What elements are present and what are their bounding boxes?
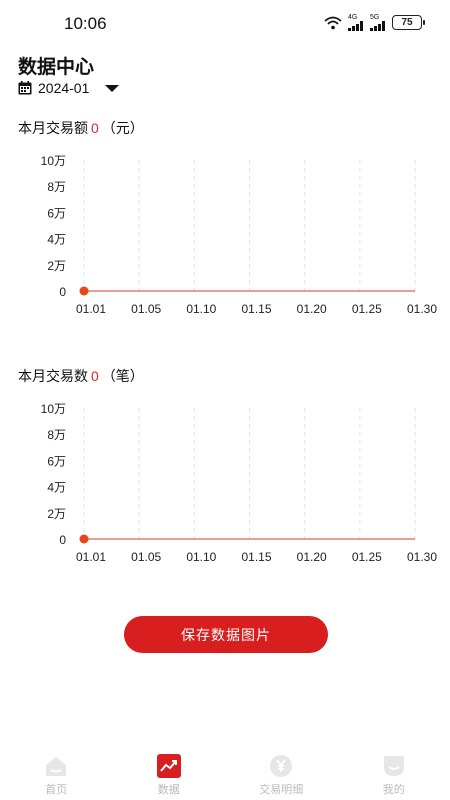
x-tick-label: 01.20 [297, 302, 327, 316]
tab-bar: 首页 数据 交易明细 我的 [0, 750, 450, 800]
month-picker[interactable]: 2024-01 [18, 80, 120, 96]
y-tick-label: 4万 [47, 481, 66, 495]
signal-type-2: 5G [370, 14, 380, 21]
y-tick-label: 10万 [41, 402, 66, 416]
yen-icon [270, 755, 293, 777]
signal-icon-2: 5G [370, 14, 386, 31]
count-value: 0 [91, 368, 99, 384]
caret-down-icon [105, 84, 120, 92]
x-tick-label: 01.10 [186, 302, 216, 316]
chart-trend-icon [156, 754, 181, 778]
x-tick-label: 01.05 [131, 302, 161, 316]
count-chart: 0 2万 4万 6万 8万 10万 01.01 01.05 01.10 01.15 01.20 01.… [0, 398, 450, 578]
amount-unit: （元） [101, 120, 144, 136]
signal-icon: 4G [348, 14, 364, 31]
y-tick-label: 8万 [47, 180, 66, 194]
x-tick-label: 01.20 [297, 550, 327, 564]
y-tick-label: 2万 [47, 507, 66, 521]
x-tick-label: 01.30 [407, 550, 437, 564]
calendar-icon [18, 81, 32, 95]
x-tick-label: 01.10 [186, 550, 216, 564]
x-tick-label: 01.15 [241, 302, 271, 316]
x-tick-label: 01.05 [131, 550, 161, 564]
x-tick-label: 01.30 [407, 302, 437, 316]
month-value: 2024-01 [38, 80, 90, 96]
x-tick-label: 01.25 [352, 550, 382, 564]
wifi-icon [324, 16, 342, 29]
save-image-button[interactable]: 保存数据图片 [124, 616, 328, 653]
signal-type-1: 4G [348, 14, 358, 21]
amount-chart: 0 2万 4万 6万 8万 10万 01.01 01.05 01.10 01.15 01.20 01.… [0, 150, 450, 330]
tab-transactions-label: 交易明细 [259, 784, 304, 796]
x-tick-label: 01.01 [76, 550, 106, 564]
y-tick-label: 10万 [41, 154, 66, 168]
x-tick-label: 01.15 [241, 550, 271, 564]
tab-profile[interactable]: 我的 [338, 750, 450, 800]
y-tick-label: 0 [59, 285, 66, 299]
amount-value: 0 [91, 120, 99, 136]
y-tick-label: 6万 [47, 206, 66, 220]
page-title: 数据中心 [18, 57, 95, 78]
tab-data[interactable]: 数据 [113, 750, 226, 800]
tab-home[interactable]: 首页 [0, 750, 113, 800]
battery-level: 75 [401, 17, 413, 28]
y-tick-label: 0 [59, 533, 66, 547]
profile-icon [383, 756, 404, 776]
tab-data-label: 数据 [157, 784, 180, 796]
x-tick-label: 01.25 [352, 302, 382, 316]
data-point [79, 286, 89, 296]
y-tick-label: 8万 [47, 428, 66, 442]
x-tick-label: 01.01 [76, 302, 106, 316]
count-section-title: 本月交易数 0 （笔） [18, 366, 144, 386]
status-bar: 10:06 4G 5G 75 [0, 0, 450, 48]
count-unit: （笔） [101, 368, 144, 384]
y-tick-label: 2万 [47, 259, 66, 273]
tab-profile-label: 我的 [382, 784, 405, 796]
tab-transactions[interactable]: 交易明细 [225, 750, 338, 800]
amount-section-title: 本月交易额 0 （元） [18, 118, 144, 138]
data-point [79, 534, 89, 544]
home-icon [46, 757, 67, 776]
status-icons: 4G 5G 75 [324, 14, 425, 31]
count-label: 本月交易数 [18, 368, 88, 384]
status-time: 10:06 [64, 14, 107, 33]
tab-home-label: 首页 [45, 784, 68, 796]
y-tick-label: 4万 [47, 233, 66, 247]
amount-label: 本月交易额 [18, 120, 88, 136]
battery-icon: 75 [392, 15, 425, 30]
y-tick-label: 6万 [47, 454, 66, 468]
